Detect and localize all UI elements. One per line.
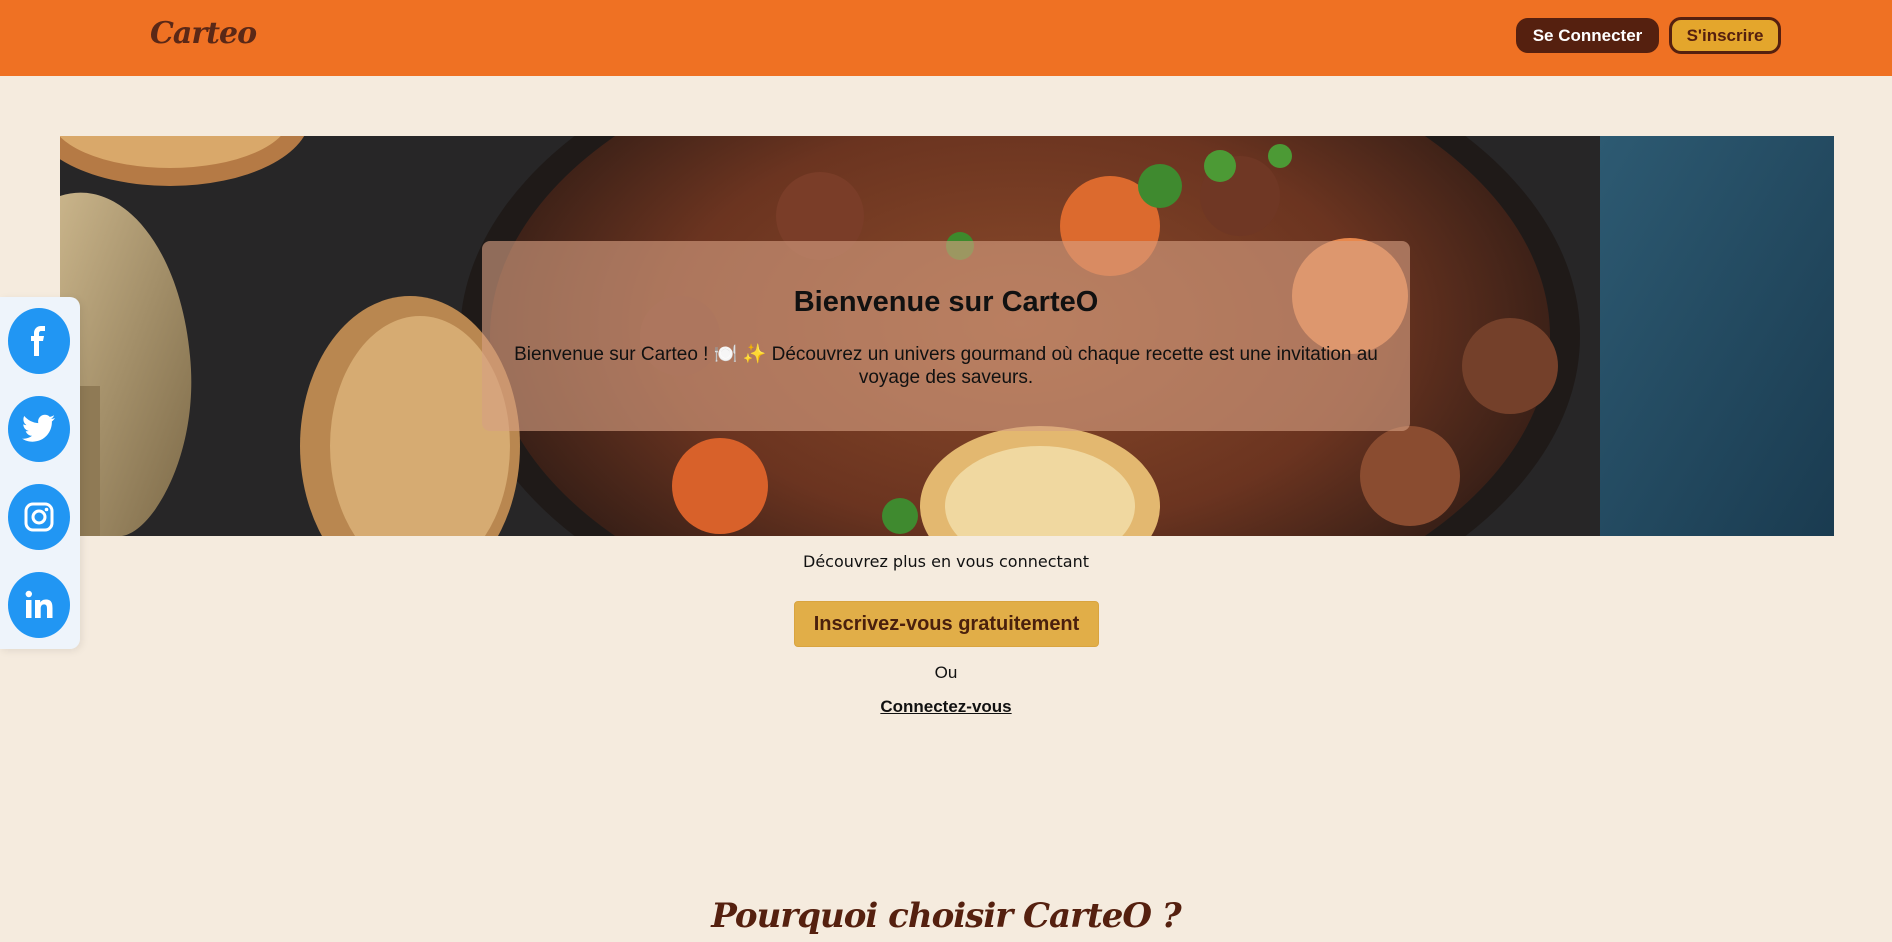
welcome-title: Bienvenue sur CarteO <box>793 286 1099 318</box>
register-free-button[interactable]: Inscrivez-vous gratuitement <box>794 601 1099 647</box>
login-link[interactable]: Connectez-vous <box>880 697 1011 716</box>
welcome-card: Bienvenue sur CarteO Bienvenue sur Carte… <box>482 241 1410 431</box>
twitter-icon[interactable] <box>8 396 70 462</box>
welcome-text: Bienvenue sur Carteo ! 🍽️ ✨ Découvrez un… <box>514 344 1378 388</box>
site-logo[interactable]: Carteo <box>150 16 257 51</box>
why-choose-heading: Pourquoi choisir CarteO ? <box>711 896 1181 936</box>
top-navbar: Carteo Se Connecter S'inscrire <box>0 0 1892 76</box>
social-sidebar <box>0 297 80 649</box>
discover-text: Découvrez plus en vous connectant <box>803 552 1089 571</box>
login-link-container: Connectez-vous <box>0 697 1892 717</box>
facebook-icon[interactable] <box>8 308 70 374</box>
signup-button[interactable]: S'inscrire <box>1669 17 1781 54</box>
login-button[interactable]: Se Connecter <box>1516 18 1659 53</box>
instagram-icon[interactable] <box>8 484 70 550</box>
or-separator: Ou <box>934 663 958 682</box>
hero-banner: Bienvenue sur CarteO Bienvenue sur Carte… <box>60 136 1834 536</box>
linkedin-icon[interactable] <box>8 572 70 638</box>
